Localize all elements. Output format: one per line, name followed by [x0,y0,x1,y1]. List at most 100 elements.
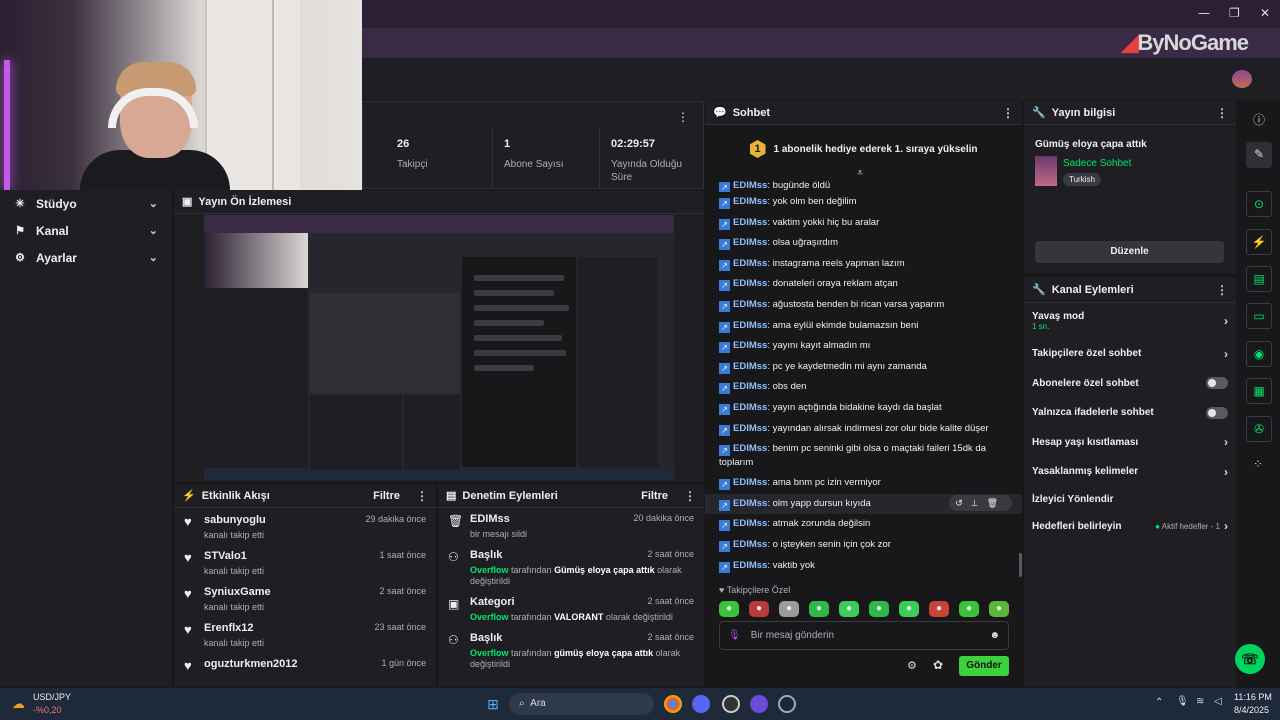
list-item: ▣ Kategori Overflow tarafından VALORANT ol… [448,596,694,622]
minimize-button[interactable]: — [1198,6,1210,20]
chat-bubble-icon[interactable]: ▭ [1246,303,1272,329]
chevron-down-icon: ⌄ [148,225,158,237]
emote-icon[interactable]: ● [959,601,979,617]
activity-filter-button[interactable]: Filtre [373,490,400,502]
stream-info-menu-icon[interactable]: ⋮ [1216,106,1228,120]
chat-panel: 💬 Sohbet ⋮ 11 abonelik hediye ederek 1. sı… [705,101,1022,687]
pencil-icon[interactable]: ✎ [1246,142,1272,168]
info-icon[interactable]: ⓘ [1253,111,1265,128]
chat-settings-icon[interactable]: ⚙ [907,659,917,672]
goals-row[interactable]: Hedefleri belirleyin ● Aktif hedefler - 1… [1024,512,1236,542]
close-button[interactable]: ✕ [1260,6,1270,20]
category-thumbnail [1035,156,1057,186]
wrench-icon: 🔧 [1032,284,1046,296]
sidebar-item-settings[interactable]: ⚙ Ayarlar ⌄ [0,244,172,271]
list-item: ♥ STValo1 kanalı takip etti 1 saat önce [184,550,426,576]
mic-icon[interactable]: 🎙 [728,630,741,641]
volume-icon[interactable]: ◁ [1214,696,1222,707]
chat-message[interactable]: ↗ EDIMss: olm yapp dursun kıyıda ↺⊥🗑 [705,493,1022,515]
dots-icon[interactable]: ⁘ [1253,457,1263,471]
emote-icon[interactable]: ● [929,601,949,617]
chat-menu-icon[interactable]: ⋮ [1002,106,1014,120]
emote-icon[interactable]: ● [779,601,799,617]
pinned-message[interactable]: 11 abonelik hediye ederek 1. sıraya yüks… [713,131,1014,167]
emoji-icon[interactable]: ☻ [989,630,1000,641]
message-actions[interactable]: ↺⊥🗑 [949,494,1012,511]
emote-icon[interactable]: ● [989,601,1009,617]
channel-icon: ⚑ [15,225,25,237]
account-age-row[interactable]: Hesap yaşı kısıtlaması › [1024,428,1236,458]
emote-picker-icon[interactable]: ✿ [933,658,943,672]
gear-icon: ⚙ [15,252,25,264]
users-icon[interactable]: ▦ [1246,378,1272,404]
broadcast-icon[interactable]: ◉ [1246,341,1272,367]
chevron-right-icon: › [1224,464,1228,479]
right-toolbar: ⓘ ✎ ⊙ ⚡ ▤ ▭ ◉ ▦ ✇ ⁘ [1238,101,1280,687]
chat-message: ↗ EDIMss: bugünde öldü [705,179,1022,192]
windows-start-icon[interactable]: ⊞ [484,695,502,713]
app-icon[interactable] [750,695,768,713]
subs-chat-toggle[interactable] [1206,377,1228,390]
chat-messages: ↗ EDIMss: bugünde öldü ↗ EDIMss: yok olm b… [705,179,1022,576]
chrome-icon[interactable] [664,695,682,713]
chat-input[interactable]: 🎙 Bir mesaj gönderin ☻ [719,621,1009,650]
channel-actions-panel: 🔧 Kanal Eylemleri ⋮ Yavaş mod 1 sn. › Takipç… [1024,277,1236,687]
activity-menu-icon[interactable]: ⋮ [416,489,428,503]
chevron-up-icon[interactable]: ⌃ [1155,697,1163,708]
emote-icon[interactable]: ● [899,601,919,617]
list-icon[interactable]: ▤ [1246,266,1272,292]
document-icon: ▤ [446,490,457,502]
edit-button[interactable]: Düzenle [1035,241,1224,263]
target-icon[interactable]: ⊙ [1246,191,1272,217]
banned-words-row[interactable]: Yasaklanmış kelimeler › [1024,457,1236,487]
chat-message: ↗ EDIMss: o işteyken senin için çok zor [705,535,1022,556]
tag-badge[interactable]: Turkish [1063,173,1101,186]
stream-preview-video[interactable] [204,215,674,480]
activity-title: Etkinlik Akışı [201,489,270,502]
chat-message: ↗ EDIMss: yok olm ben değilim [705,192,1022,213]
redirect-row[interactable]: İzleyici Yönlendir [1024,487,1236,512]
user-edit-icon: ⚇ [448,633,459,647]
restore-button[interactable]: ❐ [1229,6,1240,20]
chat-title: Sohbet [732,106,770,119]
help-icon[interactable]: ☏ [1235,644,1265,674]
weather-icon: ☁ [12,696,25,711]
taskbar-search[interactable]: ⌕ Ara [509,693,654,715]
emote-icon[interactable]: ● [869,601,889,617]
sidebar-item-studio[interactable]: ✳ Stüdyo ⌄ [0,190,172,217]
sidebar-item-channel[interactable]: ⚑ Kanal ⌄ [0,217,172,244]
emote-icon[interactable]: ● [749,601,769,617]
stats-panel: ⋮ 26 Takipçi 1 Abone Sayısı 02:29:57 Yayınd… [362,101,704,189]
clock-time[interactable]: 11:16 PM [1234,692,1272,702]
user-avatar[interactable] [1232,70,1252,88]
clock-date[interactable]: 8/4/2025 [1234,705,1269,715]
chat-message: ↗ EDIMss: pc ye kaydetmedin mi aynı zaman… [705,357,1022,378]
chat-message: ↗ EDIMss: ama eylül ekimde bulamazsın ben… [705,316,1022,337]
mic-icon[interactable]: 🎙 [1176,696,1189,707]
emote-icon[interactable]: ● [719,601,739,617]
send-button[interactable]: Gönder [959,656,1009,676]
steam-icon[interactable] [778,695,796,713]
channel-actions-menu-icon[interactable]: ⋮ [1216,283,1228,297]
moderation-filter-button[interactable]: Filtre [641,490,668,502]
chat-scrollbar[interactable] [1019,553,1022,577]
emote-icon[interactable]: ● [839,601,859,617]
chevron-right-icon: › [1224,435,1228,450]
stat-followers: 26 Takipçi [397,138,428,170]
category-link[interactable]: Sadece Sohbet [1063,158,1131,169]
slow-mode-row[interactable]: Yavaş mod 1 sn. › [1024,303,1236,339]
ticker-name[interactable]: USD/JPY [33,692,71,702]
wifi-icon[interactable]: ≋ [1196,696,1204,707]
stats-menu-icon[interactable]: ⋮ [677,110,689,124]
wrench-icon[interactable]: ✇ [1246,416,1272,442]
moderation-menu-icon[interactable]: ⋮ [684,489,696,503]
chat-message: ↗ EDIMss: ama bnm pc izin vermiyor [705,473,1022,494]
chevron-down-icon: ⌄ [148,252,158,264]
emote-icon[interactable]: ● [809,601,829,617]
obs-icon[interactable] [722,695,740,713]
chat-message: ↗ EDIMss: ağustosta benden bi rican varsa… [705,295,1022,316]
followers-chat-row[interactable]: Takipçilere özel sohbet › [1024,339,1236,369]
discord-icon[interactable] [692,695,710,713]
emote-chat-toggle[interactable] [1206,406,1228,419]
bolt-icon[interactable]: ⚡ [1246,229,1272,255]
